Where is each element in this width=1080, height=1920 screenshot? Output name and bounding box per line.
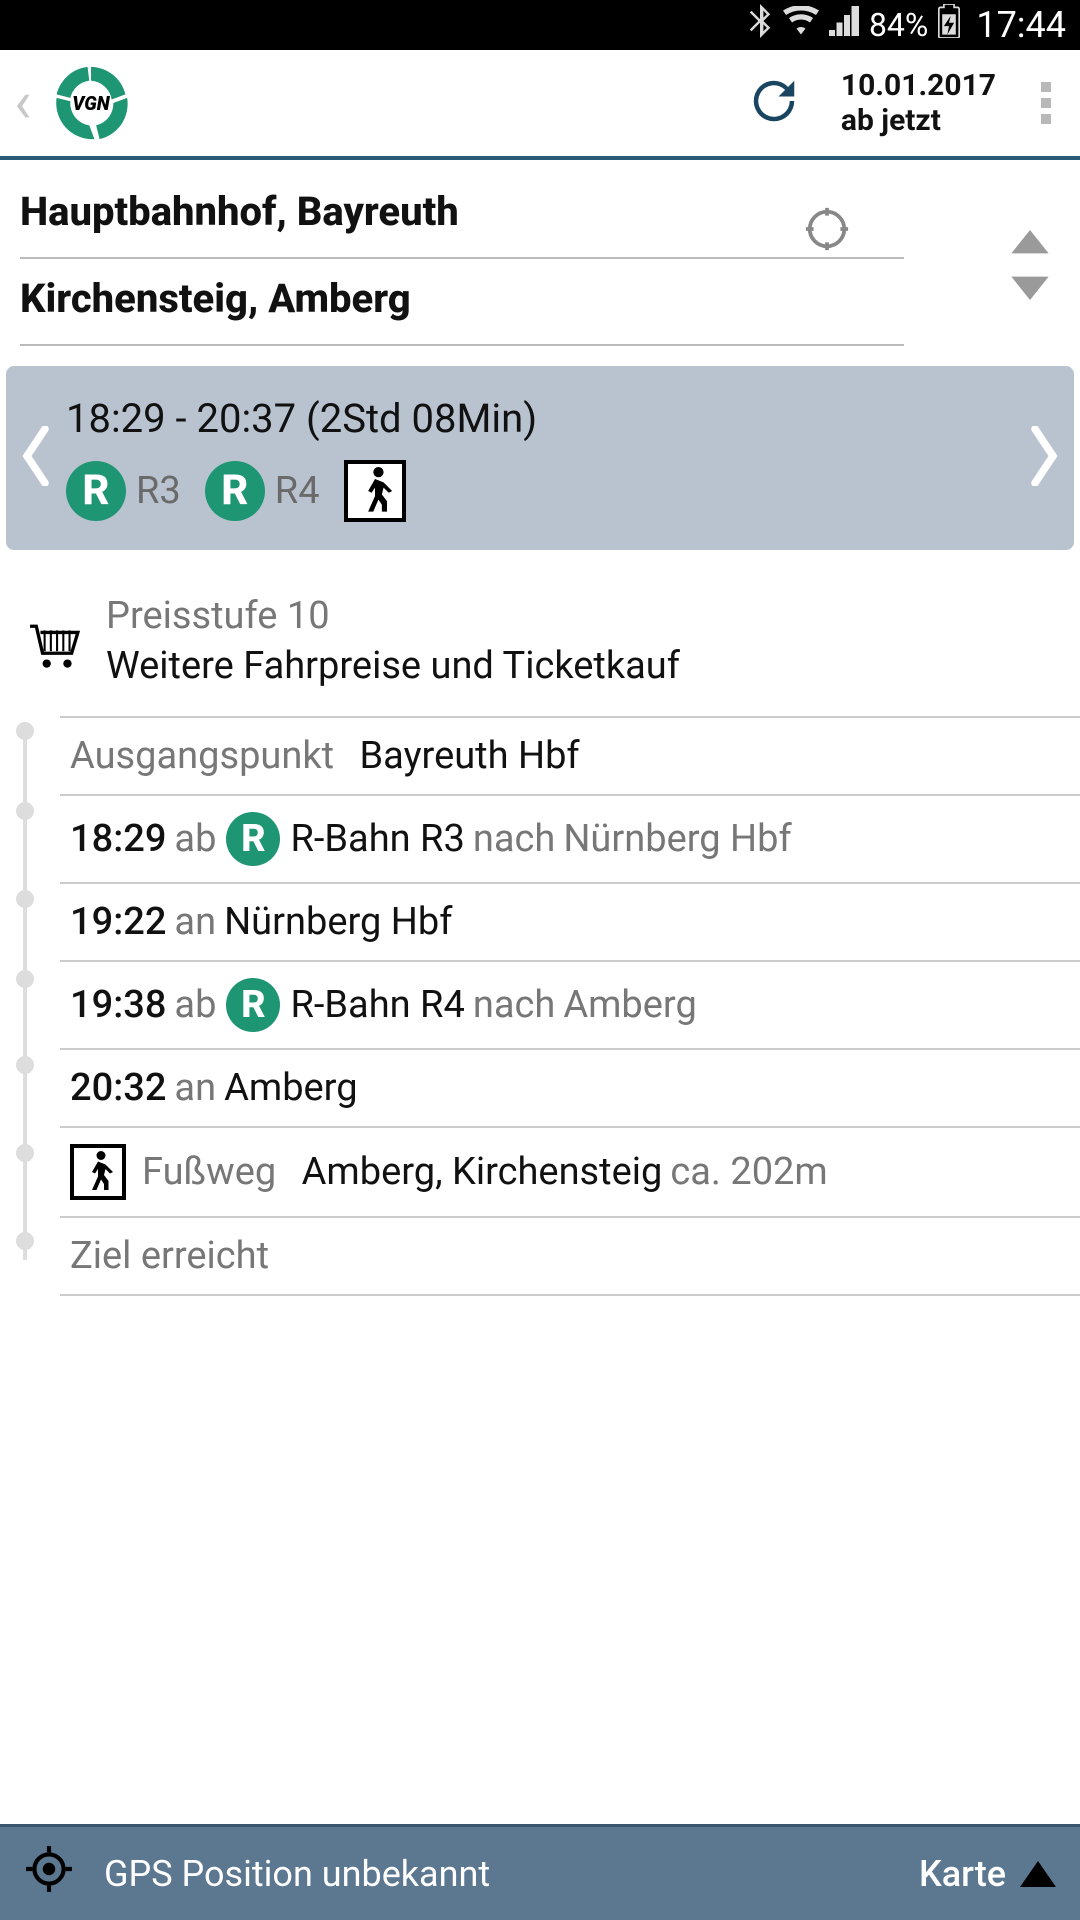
step-direction: an [174,900,216,944]
map-button[interactable]: Karte [919,1853,1056,1895]
price-more-label: Weitere Fahrpreise und Ticketkauf [106,644,680,688]
date-time-picker[interactable]: 10.01.2017 ab jetzt [841,68,996,138]
journey-end-row: Ziel erreicht [60,1218,1080,1296]
leg-label: R4 [275,469,320,513]
leg-label: R3 [136,469,181,513]
walk-dist: ca. 202m [670,1150,827,1194]
destination-value: Kirchensteig, Amberg [20,275,411,322]
summary-legs: R R3 R R4 [66,460,1014,522]
app-header: ‹ VGN 10.01.2017 ab jetzt [0,50,1080,160]
overflow-menu-icon[interactable] [1026,82,1066,124]
step-nach: nach [473,983,555,1027]
price-level-label: Preisstufe 10 [106,594,680,638]
back-icon[interactable]: ‹ [14,74,42,132]
bluetooth-icon [747,4,773,46]
signal-icon [829,6,859,44]
map-label: Karte [919,1853,1006,1895]
vgn-logo[interactable]: VGN [48,60,134,146]
end-label: Ziel erreicht [70,1234,269,1278]
origin-value: Hauptbahnhof, Bayreuth [20,188,459,235]
journey-step-row[interactable]: 19:22 an Nürnberg Hbf [60,884,1080,962]
step-direction: ab [174,983,216,1027]
date-label: 10.01.2017 [841,68,996,103]
step-time: 20:32 [70,1066,166,1110]
journey-walk-row[interactable]: Fußweg Amberg, Kirchensteig ca. 202m [60,1128,1080,1218]
walk-icon [70,1144,126,1200]
bottom-bar: GPS Position unbekannt Karte [0,1824,1080,1920]
date-sub: ab jetzt [841,103,996,138]
r-badge-icon: R [205,461,265,521]
next-trip-button[interactable] [1014,426,1074,490]
walk-dest: Amberg, Kirchensteig [302,1150,663,1194]
gps-target-icon[interactable] [24,1844,104,1903]
step-time: 19:38 [70,983,166,1027]
summary-time-range: 18:29 - 20:37 (2Std 08Min) [66,395,1014,442]
step-nach: nach [473,817,555,861]
battery-icon [938,4,960,46]
r-badge-icon: R [226,978,280,1032]
step-direction: ab [174,817,216,861]
start-station: Bayreuth Hbf [360,734,580,778]
step-time: 18:29 [70,817,166,861]
price-row[interactable]: Preisstufe 10 Weitere Fahrpreise und Tic… [0,550,1080,716]
origin-destination-section: Hauptbahnhof, Bayreuth Kirchensteig, Amb… [0,160,1080,346]
journey-start-row[interactable]: Ausgangspunkt Bayreuth Hbf [60,716,1080,796]
prev-trip-button[interactable] [6,426,66,490]
start-label: Ausgangspunkt [70,734,334,778]
step-dest: Nürnberg Hbf [224,900,452,944]
wifi-icon [783,6,819,44]
refresh-icon[interactable] [747,74,841,132]
walk-label: Fußweg [142,1150,276,1194]
walk-icon [344,460,406,522]
swap-icon[interactable] [1002,230,1058,304]
timeline [20,716,30,1260]
journey-step-row[interactable]: 19:38 ab R R-Bahn R4 nach Amberg [60,962,1080,1050]
step-time: 19:22 [70,900,166,944]
r-badge-icon: R [226,812,280,866]
cart-icon [28,594,82,674]
svg-text:VGN: VGN [72,92,111,115]
journey-step-row[interactable]: 20:32 an Amberg [60,1050,1080,1128]
step-dest: Nürnberg Hbf [563,817,791,861]
origin-field[interactable]: Hauptbahnhof, Bayreuth [20,172,904,259]
step-direction: an [174,1066,216,1110]
step-line: R-Bahn R4 [290,983,464,1027]
status-bar: 84% 17:44 [0,0,1080,50]
step-line: R-Bahn R3 [290,817,464,861]
triangle-up-icon [1020,1861,1056,1887]
trip-summary-card: 18:29 - 20:37 (2Std 08Min) R R3 R R4 [6,366,1074,550]
battery-percent: 84% [869,6,928,44]
gps-status-label: GPS Position unbekannt [104,1853,490,1895]
status-clock: 17:44 [976,4,1066,46]
journey-step-row[interactable]: 18:29 ab R R-Bahn R3 nach Nürnberg Hbf [60,796,1080,884]
destination-field[interactable]: Kirchensteig, Amberg [20,259,904,346]
step-dest: Amberg [563,983,696,1027]
step-dest: Amberg [224,1066,357,1110]
r-badge-icon: R [66,461,126,521]
journey-detail: Ausgangspunkt Bayreuth Hbf 18:29 ab R R-… [0,716,1080,1296]
